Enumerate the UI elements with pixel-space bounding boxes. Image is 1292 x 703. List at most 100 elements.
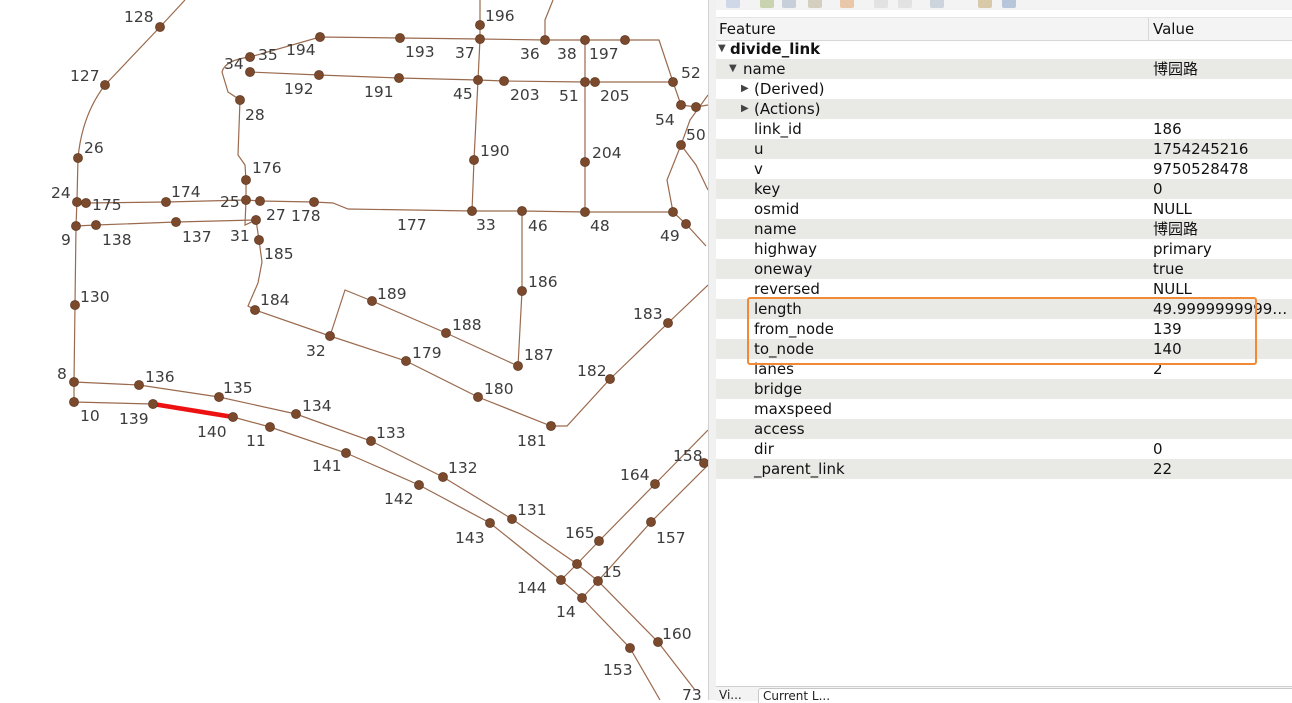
print-icon[interactable] [874,0,888,8]
attribute-row[interactable]: oneway true [716,259,1292,279]
node-marker[interactable] [341,448,351,458]
node-marker[interactable] [314,70,324,80]
attribute-row[interactable]: name 博园路 [716,219,1292,239]
node-marker[interactable] [620,35,630,45]
node-marker[interactable] [475,20,485,30]
edit-icon[interactable] [760,0,774,8]
collapse-arrow-icon[interactable]: ▼ [729,59,737,79]
node-marker[interactable] [71,221,81,231]
attribute-row[interactable]: u 1754245216 [716,139,1292,159]
node-marker[interactable] [668,207,678,217]
attribute-row[interactable]: ▼ divide_link [716,39,1292,59]
node-marker[interactable] [517,206,527,216]
node-marker[interactable] [265,422,275,432]
node-marker[interactable] [251,215,261,225]
copy-icon[interactable] [782,0,796,8]
attribute-row[interactable]: maxspeed [716,399,1292,419]
node-marker[interactable] [235,95,245,105]
node-marker[interactable] [69,397,79,407]
node-marker[interactable] [485,518,495,528]
node-marker[interactable] [580,77,590,87]
node-marker[interactable] [438,472,448,482]
node-marker[interactable] [556,575,566,585]
node-marker[interactable] [394,73,404,83]
node-marker[interactable] [367,296,377,306]
attribute-row[interactable]: link_id 186 [716,119,1292,139]
node-marker[interactable] [517,286,527,296]
node-marker[interactable] [245,67,255,77]
attribute-row[interactable]: ▼ name 博园路 [716,59,1292,79]
node-marker[interactable] [580,35,590,45]
node-marker[interactable] [73,153,83,163]
node-marker[interactable] [309,197,319,207]
node-marker[interactable] [507,514,517,524]
node-marker[interactable] [580,157,590,167]
node-marker[interactable] [100,80,110,90]
node-marker[interactable] [605,374,615,384]
attribute-row[interactable]: ▶ (Actions) [716,99,1292,119]
node-marker[interactable] [91,220,101,230]
node-marker[interactable] [663,318,673,328]
node-marker[interactable] [250,305,260,315]
help-icon[interactable] [898,0,912,8]
node-marker[interactable] [228,412,238,422]
node-marker[interactable] [148,399,158,409]
expand-arrow-icon[interactable]: ▶ [741,99,749,119]
node-marker[interactable] [475,34,485,44]
node-marker[interactable] [473,75,483,85]
node-marker[interactable] [676,140,686,150]
node-marker[interactable] [513,361,523,371]
node-marker[interactable] [241,195,251,205]
node-marker[interactable] [315,32,325,42]
node-marker[interactable] [572,559,582,569]
node-marker[interactable] [366,436,376,446]
map-canvas[interactable]: 128 196 194 193 37 36 38 197 35 34 192 191 45 203 51 20… [0,0,708,700]
attribute-row[interactable]: reversed NULL [716,279,1292,299]
expand-arrow-icon[interactable]: ▶ [741,79,749,99]
attribute-row[interactable]: key 0 [716,179,1292,199]
attribute-row[interactable]: v 9750528478 [716,159,1292,179]
node-marker[interactable] [441,328,451,338]
node-marker[interactable] [291,409,301,419]
clear-icon[interactable] [840,0,854,8]
node-marker[interactable] [155,22,165,32]
node-marker[interactable] [467,206,477,216]
node-marker[interactable] [171,217,181,227]
node-marker[interactable] [401,356,411,366]
node-marker[interactable] [546,421,556,431]
node-marker[interactable] [414,480,424,490]
node-marker[interactable] [646,517,656,527]
select-mode-icon[interactable] [930,0,944,8]
attribute-row[interactable]: access [716,419,1292,439]
settings-icon[interactable] [1002,0,1016,8]
attribute-row[interactable]: ▶ (Derived) [716,79,1292,99]
node-marker[interactable] [590,77,600,87]
selected-link[interactable] [150,401,236,420]
bottom-tab-right[interactable]: Current L... [758,688,1292,703]
node-marker[interactable] [473,392,483,402]
column-divider[interactable] [1148,18,1149,40]
collapse-arrow-icon[interactable]: ▼ [718,39,726,59]
pencil-icon[interactable] [808,0,822,8]
node-marker[interactable] [469,155,479,165]
node-marker[interactable] [161,197,171,207]
attribute-row[interactable]: _parent_link 22 [716,459,1292,479]
node-marker[interactable] [241,175,251,185]
attribute-row[interactable]: bridge [716,379,1292,399]
attribute-row[interactable]: osmid NULL [716,199,1292,219]
attribute-row[interactable]: dir 0 [716,439,1292,459]
feature-column-header[interactable]: Feature [719,20,776,38]
node-marker[interactable] [254,235,264,245]
node-marker[interactable] [255,196,265,206]
value-column-header[interactable]: Value [1153,20,1194,38]
node-marker[interactable] [70,300,80,310]
node-marker[interactable] [81,198,91,208]
node-marker[interactable] [691,102,701,112]
node-marker[interactable] [69,377,79,387]
node-marker[interactable] [668,77,678,87]
node-marker[interactable] [594,536,604,546]
expand-icon[interactable] [726,0,740,8]
node-marker[interactable] [499,76,509,86]
node-marker[interactable] [72,197,82,207]
node-marker[interactable] [540,35,550,45]
